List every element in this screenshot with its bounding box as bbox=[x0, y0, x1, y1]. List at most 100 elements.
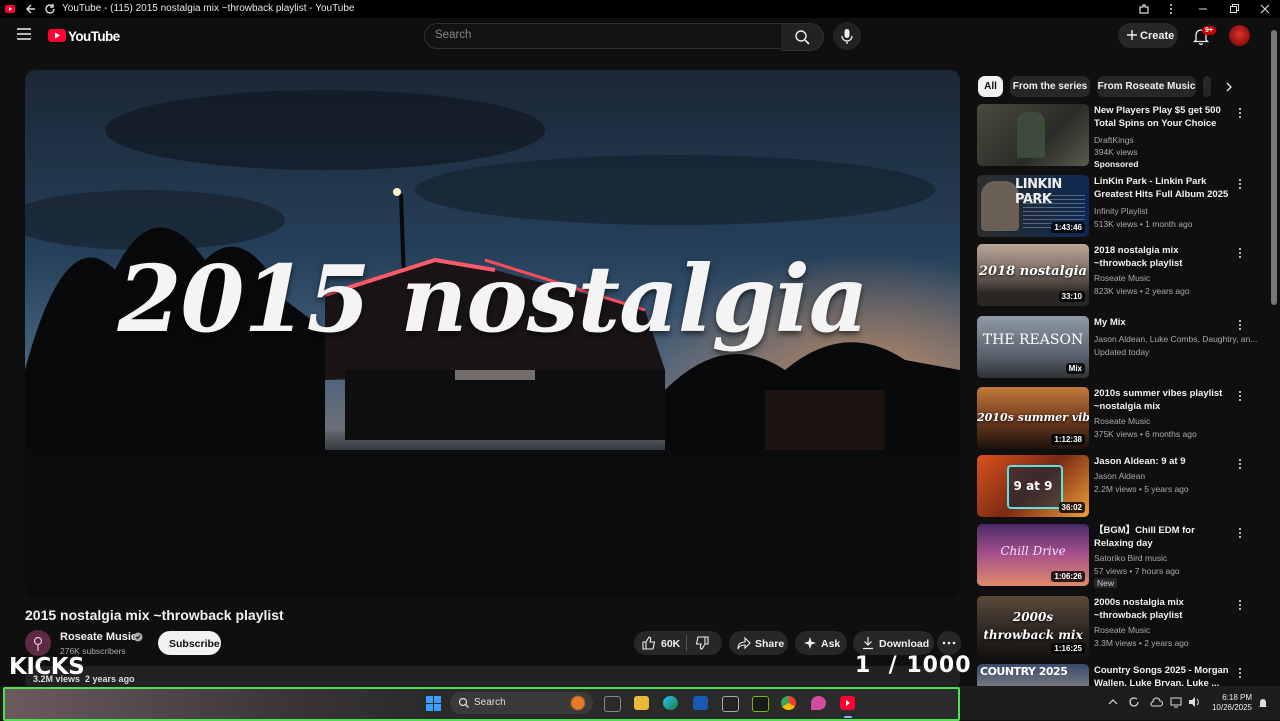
kebab-menu-icon[interactable] bbox=[1235, 389, 1245, 403]
kebab-menu-icon[interactable] bbox=[1235, 457, 1245, 471]
card-meta: 823K views • 2 years ago bbox=[1094, 286, 1190, 296]
overlay-counter: 1 / 1000 bbox=[855, 653, 972, 678]
share-button[interactable]: Share bbox=[729, 631, 788, 655]
recommendation-card[interactable]: THE REASON Mix My Mix Jason Aldean, Luke… bbox=[977, 316, 1267, 382]
windows-start-icon[interactable] bbox=[426, 696, 441, 711]
task-view-icon[interactable] bbox=[604, 696, 621, 712]
duration-badge: 1:12:38 bbox=[1051, 434, 1085, 445]
kebab-menu-icon[interactable] bbox=[1235, 177, 1245, 191]
ask-button[interactable]: Ask bbox=[795, 631, 847, 655]
taskbar-search[interactable]: Search bbox=[450, 692, 593, 714]
card-title: 【BGM】Chill EDM for Relaxing day bbox=[1094, 525, 1195, 549]
like-button[interactable]: 60K bbox=[634, 631, 686, 655]
more-menu-icon[interactable] bbox=[1165, 3, 1177, 15]
back-arrow-icon[interactable] bbox=[25, 3, 37, 15]
nvidia-icon[interactable] bbox=[752, 696, 769, 712]
thumbnail[interactable]: Chill Drive 1:06:26 bbox=[977, 524, 1089, 586]
kebab-menu-icon[interactable] bbox=[1235, 598, 1245, 612]
search-button[interactable] bbox=[781, 23, 824, 51]
recommendation-card[interactable]: 2018 nostalgia 33:10 2018 nostalgia mix … bbox=[977, 244, 1267, 310]
dislike-button[interactable] bbox=[695, 636, 709, 650]
download-label: Download bbox=[879, 638, 930, 650]
account-avatar[interactable] bbox=[1229, 25, 1250, 46]
mix-badge: Mix bbox=[1065, 363, 1085, 374]
thumbnail[interactable]: 2018 nostalgia 33:10 bbox=[977, 244, 1089, 306]
youtube-logo[interactable]: YouTube bbox=[48, 28, 120, 44]
chip-from-series[interactable]: From the series bbox=[1010, 76, 1090, 97]
kebab-menu-icon[interactable] bbox=[1235, 666, 1245, 680]
edge-icon[interactable] bbox=[663, 696, 678, 710]
download-button[interactable]: Download bbox=[853, 631, 934, 655]
video-player[interactable]: 2015 nostalgia bbox=[25, 70, 960, 597]
kebab-menu-icon[interactable] bbox=[1235, 526, 1245, 540]
thumbnail[interactable]: COUNTRY 2025 bbox=[977, 664, 1089, 686]
recommendation-card[interactable]: New Players Play $5 get 500 Total Spins … bbox=[977, 104, 1267, 170]
volume-icon[interactable] bbox=[1188, 696, 1201, 708]
windows-taskbar: Search 6:18 PM 10/26/2025 bbox=[0, 686, 1280, 721]
reload-icon[interactable] bbox=[44, 3, 56, 15]
store-icon[interactable] bbox=[693, 696, 708, 710]
youtube-logo-text: YouTube bbox=[68, 29, 120, 44]
notification-center-icon[interactable] bbox=[1258, 697, 1268, 709]
thumbnail[interactable]: 9 at 9 36:02 bbox=[977, 455, 1089, 517]
thumbnail[interactable]: 2000s throwback mix 1:16:25 bbox=[977, 596, 1089, 658]
search-input[interactable]: Search bbox=[424, 23, 782, 49]
tab-title: YouTube - (115) 2015 nostalgia mix ~thro… bbox=[62, 3, 355, 14]
chevron-right-icon[interactable] bbox=[1224, 81, 1234, 93]
thumbnail-text: 2000s throwback mix bbox=[983, 610, 1083, 642]
youtube-app-icon[interactable] bbox=[840, 696, 855, 710]
chip-overflow[interactable] bbox=[1203, 76, 1211, 97]
clock-time: 6:18 PM bbox=[1222, 693, 1252, 702]
hamburger-menu-icon[interactable] bbox=[17, 28, 31, 40]
thumbnail[interactable]: 2010s summer vibes 1:12:38 bbox=[977, 387, 1089, 449]
card-channel: Roseate Music bbox=[1094, 416, 1151, 426]
network-icon[interactable] bbox=[1170, 696, 1182, 708]
sync-icon[interactable] bbox=[1128, 696, 1140, 708]
recommendation-card[interactable]: 9 at 9 36:02 Jason Aldean: 9 at 9 Jason … bbox=[977, 455, 1267, 521]
channel-avatar[interactable] bbox=[25, 630, 51, 656]
thumbnail[interactable]: THE REASON Mix bbox=[977, 316, 1089, 378]
pinned-app-icon[interactable] bbox=[811, 696, 826, 710]
taskbar-search-label: Search bbox=[474, 697, 506, 708]
duration-badge: 1:06:26 bbox=[1051, 571, 1085, 582]
more-actions-button[interactable] bbox=[937, 631, 961, 655]
chevron-up-icon[interactable] bbox=[1108, 698, 1118, 706]
voice-search-button[interactable] bbox=[833, 22, 861, 50]
description-box[interactable]: 3.2M views 2 years ago bbox=[25, 666, 960, 688]
file-explorer-icon[interactable] bbox=[634, 696, 649, 710]
recommendation-card[interactable]: COUNTRY 2025 Country Songs 2025 - Morgan… bbox=[977, 664, 1267, 686]
share-icon bbox=[737, 636, 751, 650]
cloud-icon[interactable] bbox=[1150, 696, 1163, 708]
subscribe-button[interactable]: Subscribe bbox=[158, 631, 221, 655]
thumbnail[interactable]: LINKIN PARK 1:43:46 bbox=[977, 175, 1089, 237]
sponsored-label: Sponsored bbox=[1094, 159, 1139, 169]
thumbs-up-icon bbox=[642, 636, 656, 650]
card-channel: DraftKings bbox=[1094, 135, 1134, 145]
thumbnail[interactable] bbox=[977, 104, 1089, 166]
like-dislike-group: 60K bbox=[634, 631, 722, 655]
chip-from-channel[interactable]: From Roseate Music bbox=[1097, 76, 1196, 97]
extensions-icon[interactable] bbox=[1138, 3, 1150, 15]
card-meta: 57 views • 7 hours ago bbox=[1094, 566, 1180, 576]
epic-games-icon[interactable] bbox=[722, 696, 739, 712]
page-scrollbar-thumb[interactable] bbox=[1271, 30, 1277, 305]
recommendation-card[interactable]: Chill Drive 1:06:26 【BGM】Chill EDM for R… bbox=[977, 524, 1267, 590]
restore-icon[interactable] bbox=[1228, 3, 1240, 15]
close-icon[interactable] bbox=[1259, 3, 1271, 15]
recommendation-card[interactable]: 2000s throwback mix 1:16:25 2000s nostal… bbox=[977, 596, 1267, 662]
channel-name[interactable]: Roseate Music bbox=[60, 631, 137, 643]
kebab-menu-icon[interactable] bbox=[1235, 106, 1245, 120]
create-button[interactable]: Create bbox=[1118, 23, 1178, 48]
overlay-left-text: KICKS bbox=[9, 654, 85, 680]
kebab-menu-icon[interactable] bbox=[1235, 318, 1245, 332]
system-clock[interactable]: 6:18 PM 10/26/2025 bbox=[1206, 693, 1252, 713]
chrome-icon[interactable] bbox=[781, 696, 796, 710]
recommendation-card[interactable]: 2010s summer vibes 1:12:38 2010s summer … bbox=[977, 387, 1267, 453]
chip-all[interactable]: All bbox=[978, 76, 1003, 97]
duration-badge: 36:02 bbox=[1058, 502, 1085, 513]
recommendation-card[interactable]: LINKIN PARK 1:43:46 LinKin Park - Linkin… bbox=[977, 175, 1267, 241]
thumbnail-text: THE REASON bbox=[982, 332, 1084, 348]
minimize-icon[interactable] bbox=[1197, 3, 1209, 15]
kebab-menu-icon[interactable] bbox=[1235, 246, 1245, 260]
card-title: New Players Play $5 get 500 Total Spins … bbox=[1094, 105, 1221, 129]
